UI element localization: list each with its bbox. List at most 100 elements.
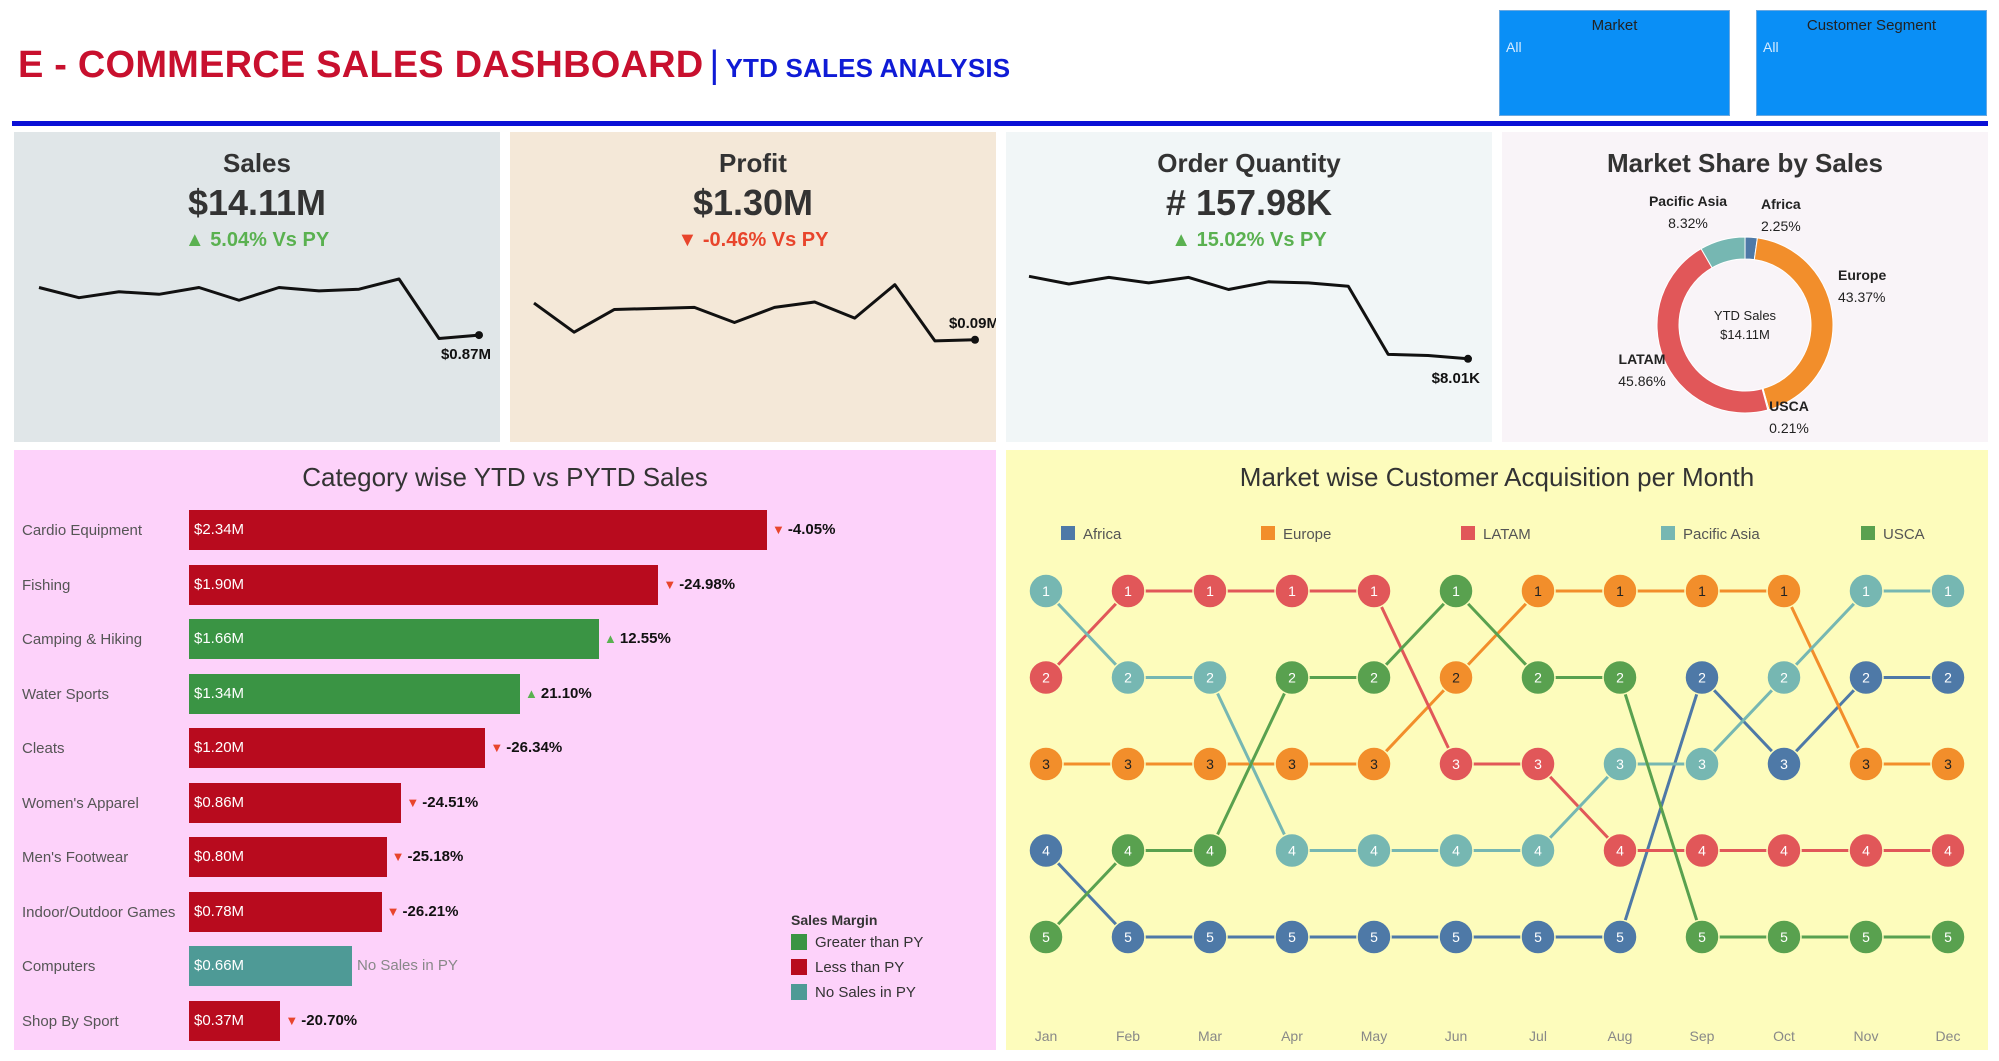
rank-label: 5 [1124,929,1132,945]
sales-margin-legend-title: Sales Margin [791,912,878,928]
up-triangle-icon: ▲ [604,631,617,646]
rank-label: 3 [1944,756,1952,772]
rank-label: 1 [1370,583,1378,599]
legend-swatch [791,934,807,950]
rank-label: 2 [1206,670,1214,686]
sparkline-path [38,277,480,340]
bar-delta-label: ▼ -20.70% [285,1011,358,1029]
category-bar[interactable]: $2.34M [189,510,767,550]
category-sales-chart[interactable]: Category wise YTD vs PYTD Sales Sales Ma… [14,450,996,1050]
rank-label: 4 [1206,843,1214,859]
category-chart-title: Category wise YTD vs PYTD Sales [302,462,708,492]
x-tick-label: Dec [1936,1028,1961,1044]
series-line [1044,589,1948,852]
category-label: Men's Footwear [22,849,129,866]
donut-label-pct: 8.32% [1668,215,1708,231]
rank-label: 1 [1780,583,1788,599]
rank-label: 1 [1862,583,1870,599]
bar-delta-label: ▼ -4.05% [772,521,836,538]
acquisition-bump-chart: Africa Europe LATAM Pacific Asia USCA Jan Feb M… [1028,526,1966,1044]
kpi-sales-card[interactable]: Sales $14.11M ▲ 5.04% Vs PY $0.87M [14,132,500,442]
category-bar[interactable]: $1.66M [189,619,600,659]
x-tick-label: Jul [1529,1028,1547,1044]
category-bar[interactable]: $0.80M [189,837,387,877]
rank-label: 2 [1862,670,1870,686]
rank-label: 3 [1698,756,1706,772]
up-triangle-icon: ▲ [524,685,538,701]
rank-label: 4 [1042,843,1050,859]
down-triangle-icon: ▼ [772,522,785,537]
rank-label: 2 [1042,670,1050,686]
category-bar[interactable]: $0.78M [189,891,382,932]
donut-label-name: LATAM [1619,351,1666,367]
x-tick-label: Feb [1116,1028,1140,1044]
legend-greater-than-py[interactable]: Greater than PY [791,934,923,951]
bar-delta-label: ▼ -26.34% [490,739,563,756]
category-label: Fishing [22,576,71,594]
title-subtitle: YTD SALES ANALYSIS [725,53,1011,83]
down-triangle-icon: ▼ [386,903,400,919]
sparkline-path [1028,274,1469,361]
rank-label: 5 [1452,929,1460,945]
category-bar[interactable]: $1.90M [189,564,659,605]
rank-label: 4 [1698,843,1706,859]
donut-slice-europe [1753,237,1834,411]
rank-label: 1 [1616,583,1624,599]
rank-label: 3 [1370,756,1378,772]
rank-label: 5 [1042,929,1050,945]
rank-label: 3 [1616,756,1624,772]
legend-no-sales-in-py[interactable]: No Sales in PY [791,984,916,1001]
title-separator: | [709,44,720,86]
customer-segment-filter-label: Customer Segment [1806,17,1937,34]
sparkline-end-dot [1464,354,1472,363]
rank-label: 4 [1452,843,1460,859]
sparkline-end-label: $0.87M [441,346,491,363]
customer-segment-filter-value: All [1763,39,1779,55]
title-main: E - COMMERCE SALES DASHBOARD [18,44,704,86]
category-bar[interactable]: $0.66M [189,946,353,986]
market-filter-label: Market [1591,17,1638,34]
rank-label: 1 [1206,583,1214,599]
rank-label: 2 [1698,670,1706,686]
rank-label: 5 [1780,929,1788,945]
rank-label: 4 [1370,843,1378,859]
donut-label-name: Europe [1838,267,1886,283]
category-label: Water Sports [22,685,109,703]
rank-label: 3 [1780,756,1788,772]
kpi-orders-card[interactable]: Order Quantity # 157.98K ▲ 15.02% Vs PY … [1006,132,1492,442]
rank-label: 3 [1862,756,1870,772]
x-tick-label: Mar [1198,1028,1222,1044]
bar-value-label: $1.90M [194,575,245,593]
category-bar[interactable]: $0.37M [189,1000,281,1041]
series-line [1044,674,1948,939]
bar-delta-label: ▲ 12.55% [604,630,671,647]
legend-label: LATAM [1483,526,1531,543]
donut-label-name: Pacific Asia [1649,193,1727,209]
rank-label: 4 [1534,843,1542,859]
down-triangle-icon: ▼ [490,740,504,755]
legend-less-than-py[interactable]: Less than PY [791,959,904,976]
header-divider [12,121,1988,126]
legend-swatch [791,959,807,975]
customer-acquisition-chart[interactable]: Market wise Customer Acquisition per Mon… [1006,450,1988,1050]
orders-sparkline: $8.01K [1028,274,1480,387]
market-filter[interactable]: Market All [1499,10,1730,116]
legend-swatch [1261,526,1275,540]
category-bar[interactable]: $1.34M [189,673,520,714]
customer-segment-filter[interactable]: Customer Segment All [1756,10,1987,116]
bar-value-label: $1.66M [194,630,245,647]
market-share-card[interactable]: Market Share by Sales YTD Sales $14.11M Af… [1502,132,1988,442]
bar-delta-label: ▼ -25.18% [391,848,464,865]
x-tick-label: Jun [1445,1028,1468,1044]
category-bar[interactable]: $0.86M [189,782,402,823]
donut-center-value: $14.11M [1720,327,1770,342]
legend-swatch [791,984,807,1000]
donut-label-pct: 0.21% [1769,420,1809,436]
category-bar[interactable]: $1.20M [189,728,486,768]
sales-sparkline: $0.87M [38,277,491,363]
category-label: Computers [22,958,96,975]
kpi-profit-card[interactable]: Profit $1.30M ▼ -0.46% Vs PY $0.09M [510,132,996,442]
category-label: Shop By Sport [22,1012,119,1030]
rank-label: 1 [1452,583,1460,599]
rank-label: 4 [1616,843,1624,859]
